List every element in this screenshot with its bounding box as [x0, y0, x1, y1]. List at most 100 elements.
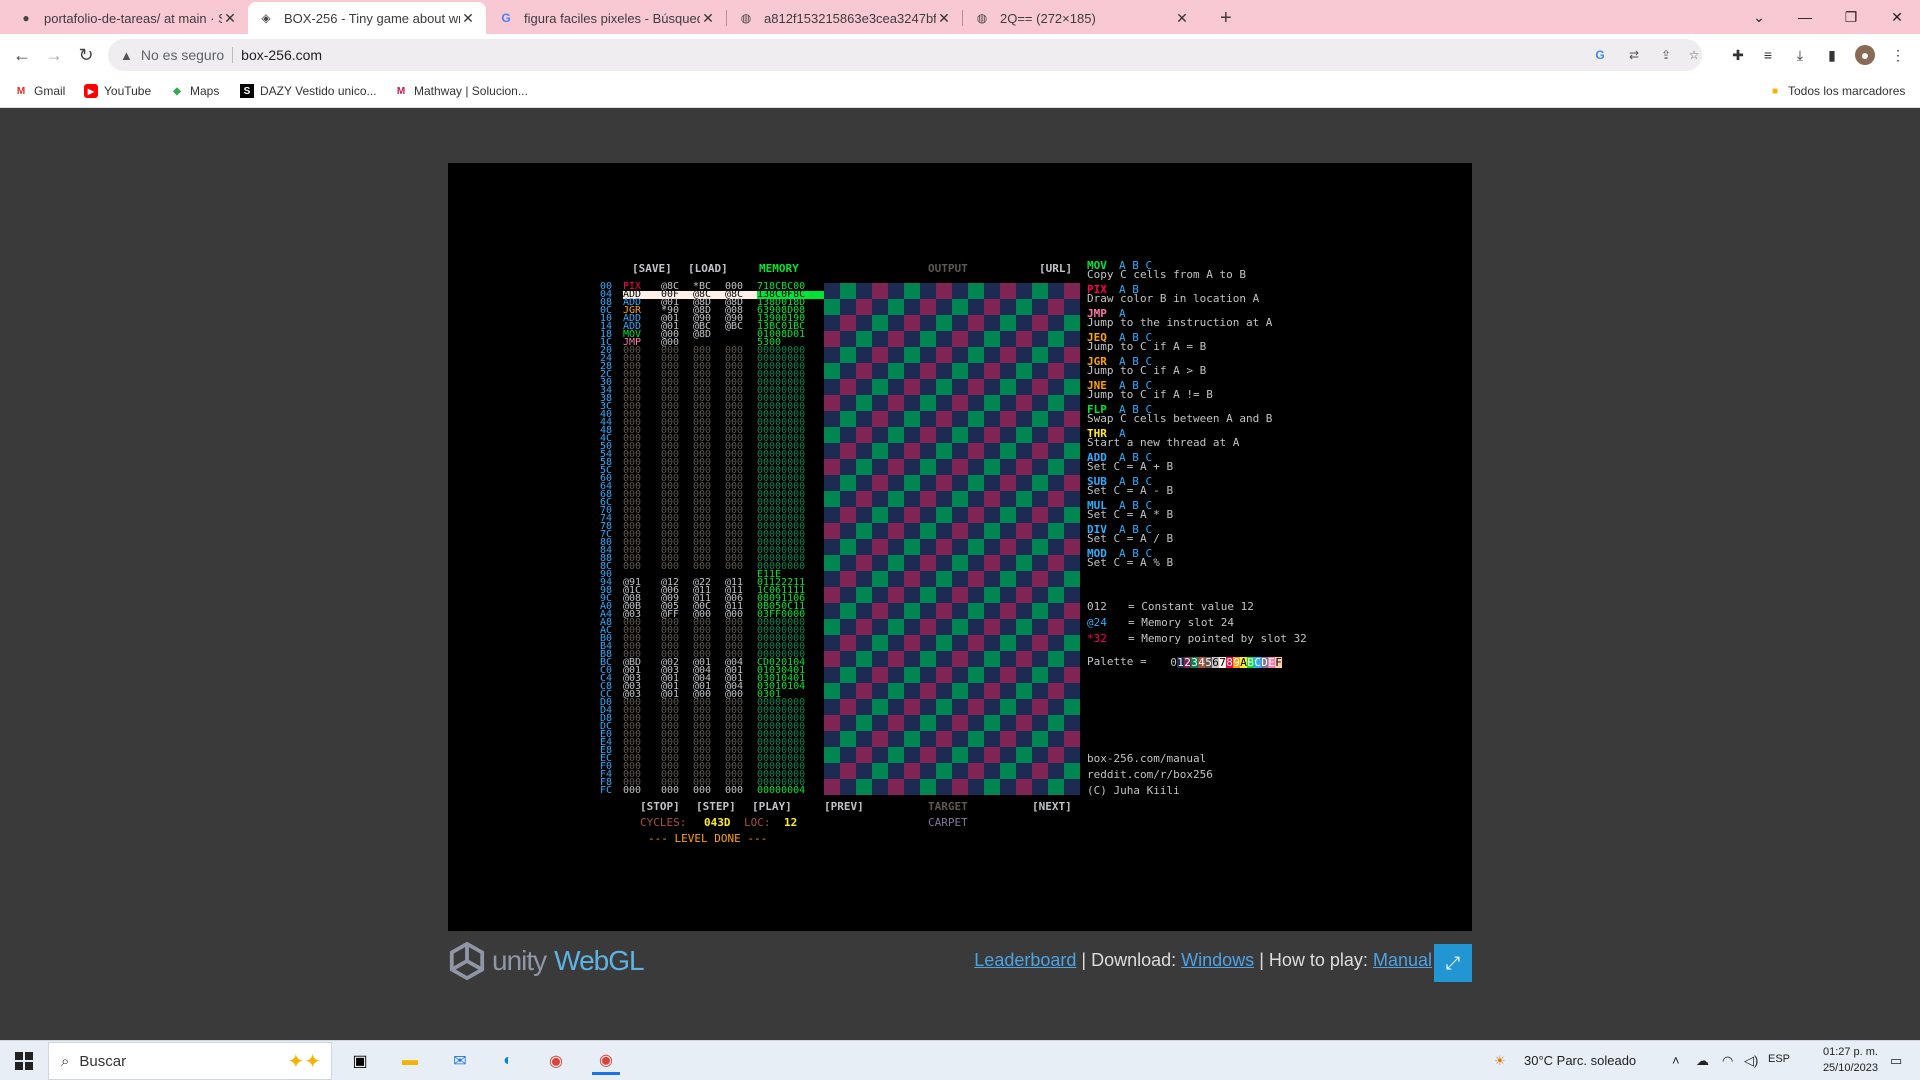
url-button[interactable]: [URL] [1039, 263, 1072, 274]
file-explorer-button[interactable]: ▬ [396, 1047, 424, 1075]
prev-button[interactable]: [PREV] [824, 801, 864, 812]
output-pixel [840, 731, 856, 747]
bookmark-dazy[interactable]: S DAZY Vestido unico... [240, 84, 377, 98]
memory-header: MEMORY [759, 262, 799, 275]
memory-grid[interactable]: PIX @8C *BC 000 718CBC00 ADD 00F @8C @8C 138C0F8C… [623, 282, 827, 796]
memory-cell[interactable]: 00000004 [757, 786, 827, 796]
step-button[interactable]: [STEP] [696, 801, 736, 812]
memory-cell[interactable]: 000 [693, 562, 725, 572]
weather-icon[interactable]: ☀ [1494, 1053, 1506, 1069]
windows-download-link[interactable]: Windows [1181, 950, 1254, 970]
tab-image[interactable]: ◍ a812f153215863e3cea3247bf4e ✕ [728, 2, 962, 34]
manual-link[interactable]: box-256.com/manual [1087, 753, 1206, 765]
tab-search-button[interactable]: ⌄ [1736, 0, 1782, 34]
memory-cell[interactable]: 000 [725, 786, 757, 796]
close-tab-icon[interactable]: ✕ [1174, 10, 1190, 27]
leaderboard-link[interactable]: Leaderboard [974, 950, 1076, 970]
output-pixel [824, 651, 840, 667]
memory-cell[interactable]: 000 [693, 786, 725, 796]
close-tab-icon[interactable]: ✕ [460, 10, 476, 27]
clock-time[interactable]: 01:27 p. m. [1808, 1046, 1878, 1058]
memory-cell[interactable]: 000 [623, 786, 661, 796]
memory-cell[interactable]: 000 [661, 562, 693, 572]
reload-button[interactable]: ↻ [72, 41, 100, 69]
chevron-up-icon[interactable]: ˄ [1672, 1053, 1680, 1068]
mail-button[interactable]: ✉ [446, 1047, 474, 1075]
minimize-button[interactable]: — [1782, 0, 1828, 34]
language-indicator[interactable]: ESP [1768, 1053, 1790, 1065]
tab-portafolio[interactable]: ● portafolio-de-tareas/ at main · S ✕ [8, 2, 248, 34]
side-panel-icon[interactable]: ▮ [1822, 45, 1842, 65]
tab-box256[interactable]: ◈ BOX-256 - Tiny game about writ ✕ [248, 2, 486, 34]
load-button[interactable]: [LOAD] [688, 263, 728, 274]
tab-2q[interactable]: ◍ 2Q== (272×185) ✕ [964, 2, 1200, 34]
edge-button[interactable]: ◐ [494, 1047, 522, 1075]
profile-avatar[interactable]: ● [1855, 45, 1875, 65]
forward-button[interactable]: → [40, 41, 68, 69]
google-lens-icon[interactable]: G [1592, 47, 1608, 63]
stop-button[interactable]: [STOP] [640, 801, 680, 812]
output-pixel [840, 379, 856, 395]
memory-cell[interactable] [725, 331, 757, 339]
restore-button[interactable]: ❐ [1828, 0, 1874, 34]
task-view-button[interactable]: ▣ [346, 1047, 374, 1075]
save-button[interactable]: [SAVE] [632, 263, 672, 274]
new-tab-button[interactable]: + [1210, 2, 1240, 34]
memory-cell[interactable]: 000 [725, 562, 757, 572]
cloud-icon[interactable]: ☁ [1696, 1053, 1709, 1069]
next-button[interactable]: [NEXT] [1032, 801, 1072, 812]
manual-link[interactable]: Manual [1373, 950, 1432, 970]
game-canvas[interactable]: [SAVE] [LOAD] MEMORY OUTPUT [URL] 00 04 08… [448, 163, 1472, 931]
tab-google-search[interactable]: G figura faciles pixeles - Búsqueda ✕ [488, 2, 726, 34]
share-icon[interactable]: ⇪ [1658, 47, 1674, 63]
menu-kebab-icon[interactable]: ⋮ [1888, 45, 1908, 65]
memory-cell[interactable]: @BC [725, 322, 757, 332]
play-button[interactable]: [PLAY] [752, 801, 792, 812]
wifi-icon[interactable]: ◠ [1722, 1053, 1733, 1069]
not-secure-label[interactable]: No es seguro [141, 47, 224, 63]
media-queue-icon[interactable]: ≡ [1758, 45, 1778, 65]
weather-text[interactable]: 30°C Parc. soleado [1524, 1053, 1636, 1068]
output-pixel [1048, 523, 1064, 539]
download-icon[interactable]: ⤓ [1790, 45, 1810, 65]
memory-row[interactable]: 000 000 000 000 00000004 [623, 786, 827, 796]
start-button[interactable] [10, 1047, 38, 1075]
taskbar-search[interactable]: ⌕ Buscar ✦✦ [48, 1042, 332, 1080]
output-pixel [936, 635, 952, 651]
volume-icon[interactable]: ◁) [1744, 1053, 1758, 1069]
bookmark-mathway[interactable]: M Mathway | Solucion... [394, 84, 528, 98]
output-pixel [984, 635, 1000, 651]
memory-cell[interactable]: 000 [661, 786, 693, 796]
extensions-icon[interactable]: ✚ [1728, 45, 1748, 65]
url-text[interactable]: box-256.com [241, 47, 322, 63]
warning-icon[interactable]: ▲ [120, 48, 133, 63]
bookmark-maps[interactable]: ◆ Maps [170, 84, 219, 98]
clock-date[interactable]: 25/10/2023 [1808, 1062, 1878, 1074]
output-pixel [1064, 747, 1080, 763]
close-window-button[interactable]: ✕ [1874, 0, 1920, 34]
close-tab-icon[interactable]: ✕ [936, 10, 952, 27]
output-pixel [1048, 411, 1064, 427]
chrome-profile-button[interactable]: ◉ [592, 1047, 620, 1075]
memory-row[interactable]: MOV @00 @8D 01008D01 [623, 330, 827, 340]
output-pixel [840, 667, 856, 683]
output-pixel [1064, 411, 1080, 427]
notification-icon[interactable]: ▭ [1890, 1053, 1902, 1069]
bookmark-gmail[interactable]: M Gmail [14, 84, 66, 98]
memory-cell[interactable]: 000 [623, 562, 661, 572]
bookmark-star-icon[interactable]: ☆ [1686, 47, 1702, 63]
close-tab-icon[interactable]: ✕ [700, 10, 716, 27]
memory-cell[interactable]: @8D [693, 330, 725, 340]
all-bookmarks[interactable]: ■ Todos los marcadores [1768, 84, 1905, 98]
output-pixel [1032, 571, 1048, 587]
back-button[interactable]: ← [8, 41, 36, 69]
memory-row[interactable]: 000 000 000 000 00000000 [623, 562, 827, 572]
fullscreen-button[interactable]: ⤢ [1434, 944, 1472, 982]
output-pixel [1016, 363, 1032, 379]
close-tab-icon[interactable]: ✕ [222, 10, 238, 27]
bookmark-youtube[interactable]: ▶ YouTube [84, 84, 151, 98]
address-bar[interactable]: ▲ No es seguro box-256.com G ⇄ ⇪ ☆ [108, 39, 1702, 71]
reddit-link[interactable]: reddit.com/r/box256 [1087, 769, 1213, 781]
chrome-button[interactable]: ◉ [542, 1047, 570, 1075]
translate-icon[interactable]: ⇄ [1626, 47, 1642, 63]
